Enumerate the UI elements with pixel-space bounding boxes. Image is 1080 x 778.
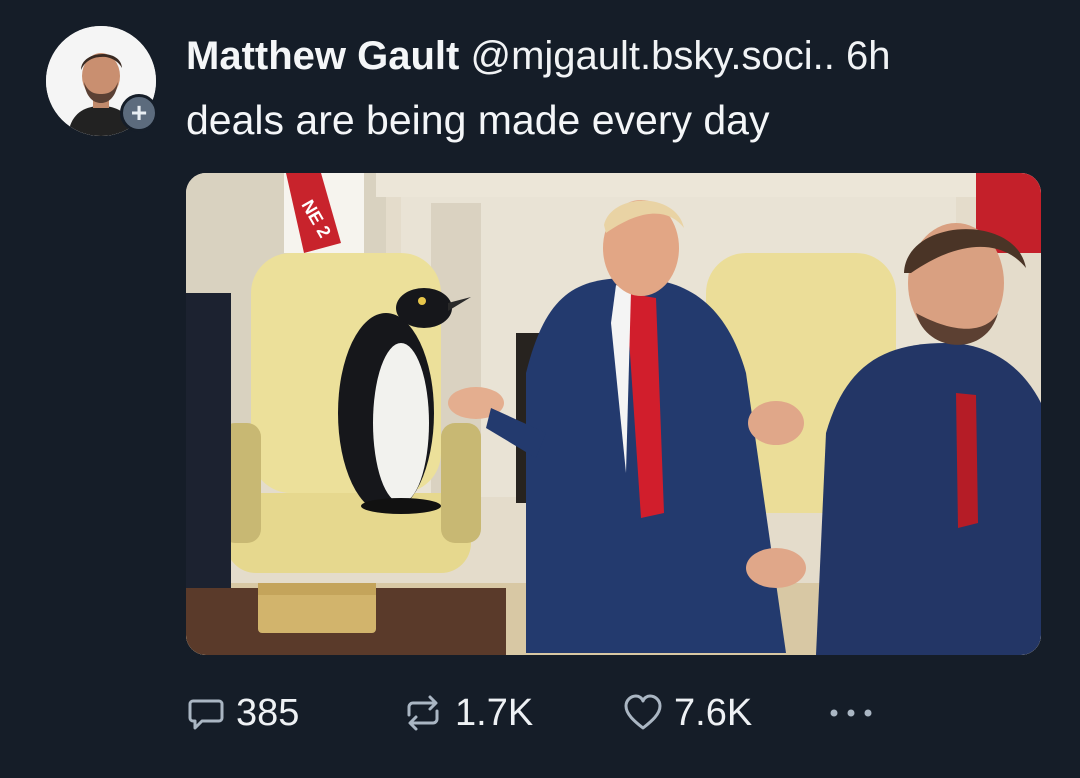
post-header: Matthew Gault @mjgault.bsky.soci.. 6h <box>186 30 891 82</box>
author-avatar[interactable]: + <box>46 26 158 138</box>
post-image[interactable]: NE 2 <box>186 173 1041 655</box>
reply-button[interactable]: 385 <box>186 688 299 738</box>
ellipsis-icon <box>830 709 872 717</box>
heart-icon <box>624 694 662 730</box>
author-handle[interactable]: @mjgault.bsky.soci.. <box>470 34 834 78</box>
author-display-name[interactable]: Matthew Gault <box>186 34 459 78</box>
repost-count: 1.7K <box>455 691 534 734</box>
post-actions: 385 1.7K 7.6K <box>186 688 946 738</box>
repost-button[interactable]: 1.7K <box>401 688 533 738</box>
post-card: + Matthew Gault @mjgault.bsky.soci.. 6h … <box>0 0 1080 778</box>
like-count: 7.6K <box>674 691 753 734</box>
follow-plus-icon[interactable]: + <box>120 94 158 132</box>
oval-office-photo: NE 2 <box>186 173 1041 655</box>
post-text: deals are being made every day <box>186 97 770 143</box>
like-button[interactable]: 7.6K <box>622 688 752 738</box>
post-timestamp[interactable]: 6h <box>846 34 891 78</box>
reply-icon <box>188 699 224 730</box>
more-options-button[interactable] <box>826 688 886 738</box>
repost-icon <box>407 695 439 731</box>
reply-count: 385 <box>236 691 300 734</box>
